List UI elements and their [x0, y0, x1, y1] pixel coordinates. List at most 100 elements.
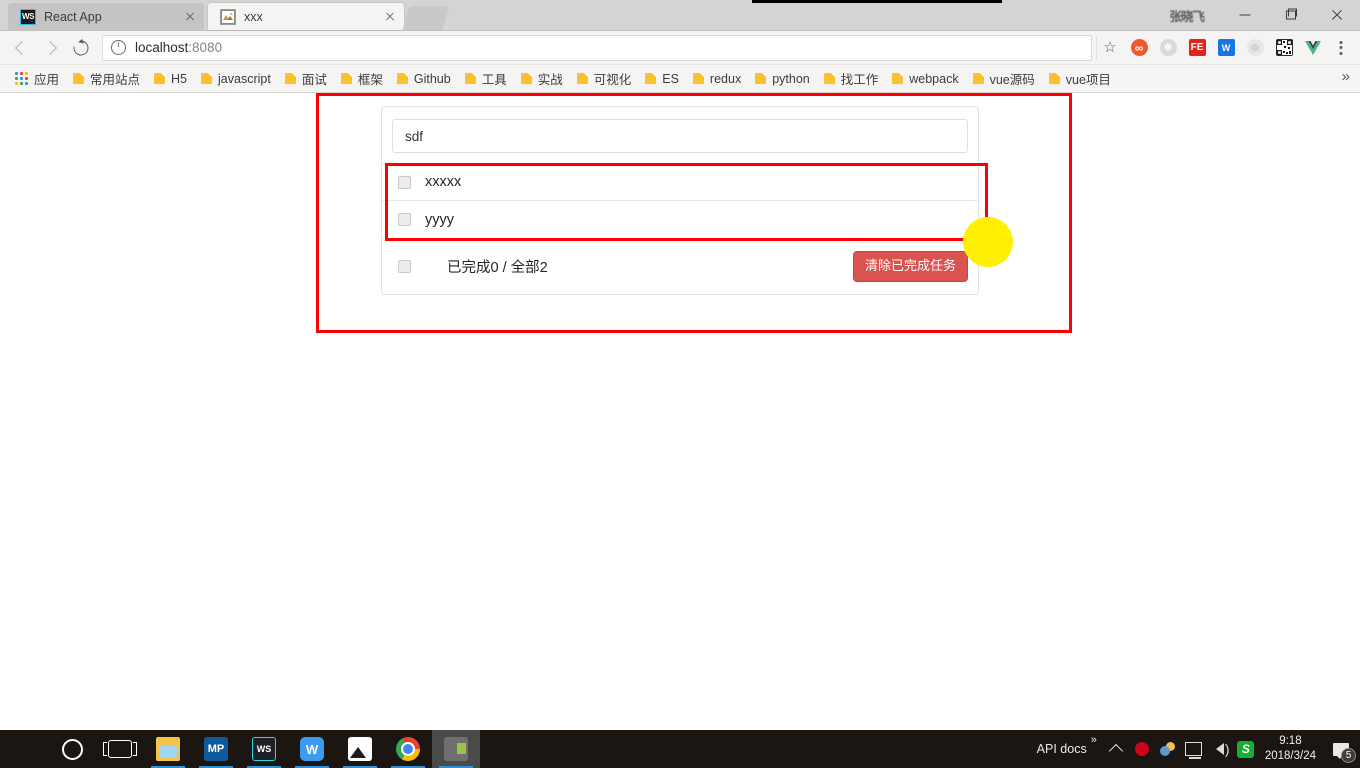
new-tab-button[interactable]: [402, 6, 450, 30]
webstorm-button[interactable]: WS: [240, 730, 288, 768]
todo-checkbox[interactable]: [398, 213, 411, 226]
reload-button[interactable]: [66, 33, 96, 63]
tray-volume-button[interactable]: [1207, 730, 1233, 768]
bookmark-item-7[interactable]: 实战: [514, 68, 570, 90]
notification-center-button[interactable]: 5: [1326, 730, 1356, 768]
bookmark-item-10[interactable]: redux: [686, 68, 748, 90]
chrome-button[interactable]: [384, 730, 432, 768]
target-circle-icon: ◎: [1246, 39, 1264, 56]
cortana-circle-icon: [61, 738, 83, 760]
bookmark-label: 实战: [537, 73, 563, 87]
photos-button[interactable]: [336, 730, 384, 768]
chevron-up-icon: [1108, 743, 1123, 758]
extension-fe-helper[interactable]: FE: [1184, 35, 1210, 61]
extension-react-devtools[interactable]: ⚛: [1155, 35, 1181, 61]
chrome-menu-button[interactable]: [1328, 35, 1354, 61]
tab-strip: WS React App xxx 张晓飞: [0, 0, 1360, 31]
react-icon: ⚛: [1159, 39, 1177, 56]
extension-vue-devtools[interactable]: [1300, 35, 1326, 61]
window-controls: 张晓飞: [1169, 0, 1360, 30]
todo-card: xxxxx yyyy 已完成0 / 全部2 清除已完成任务: [381, 106, 979, 295]
clock-date: 2018/3/24: [1264, 750, 1316, 762]
wps-button[interactable]: W: [288, 730, 336, 768]
bookmark-item-0[interactable]: 常用站点: [66, 68, 147, 90]
todo-checkbox[interactable]: [398, 175, 411, 189]
profile-name[interactable]: 张晓飞: [1169, 6, 1205, 25]
address-bar[interactable]: localhost:8080: [102, 34, 1092, 61]
infinity-icon: ∞: [1130, 39, 1148, 56]
bookmark-label: ES: [662, 71, 679, 86]
forward-button[interactable]: [36, 33, 66, 63]
volume-icon: [1215, 741, 1230, 757]
folder-icon: [284, 73, 296, 84]
task-view-icon: [103, 740, 137, 758]
info-icon[interactable]: [111, 39, 126, 55]
clear-completed-button[interactable]: 清除已完成任务: [852, 251, 968, 282]
bookmark-item-13[interactable]: webpack: [885, 68, 965, 90]
todo-footer: 已完成0 / 全部2 清除已完成任务: [382, 238, 978, 294]
todo-header: [382, 107, 978, 163]
close-icon[interactable]: [382, 9, 398, 25]
tab-react-app[interactable]: WS React App: [8, 3, 204, 30]
star-icon: ☆: [1103, 39, 1117, 56]
cortana-button[interactable]: [48, 730, 96, 768]
file-explorer-button[interactable]: [144, 730, 192, 768]
title-bar-stub: [752, 0, 1002, 3]
bookmark-item-6[interactable]: 工具: [458, 68, 514, 90]
bookmark-item-2[interactable]: javascript: [194, 68, 278, 90]
bookmark-apps[interactable]: 应用: [8, 68, 66, 90]
tray-record-indicator[interactable]: [1129, 730, 1155, 768]
tray-expand-button[interactable]: [1103, 730, 1129, 768]
bookmark-label: 找工作: [840, 73, 879, 87]
folder-icon: [892, 73, 904, 84]
clock[interactable]: 9:18 2018/3/24: [1265, 734, 1316, 764]
bookmark-item-9[interactable]: ES: [638, 68, 686, 90]
record-dot-icon: [1134, 742, 1149, 756]
bookmark-item-11[interactable]: python: [748, 68, 817, 90]
tray-overflow-label[interactable]: »: [1091, 734, 1097, 746]
snipaste-button[interactable]: [432, 730, 480, 768]
bookmark-item-3[interactable]: 面试: [278, 68, 334, 90]
maximize-button[interactable]: [1268, 0, 1314, 30]
extension-qr-code[interactable]: [1271, 35, 1297, 61]
extension-target[interactable]: ◎: [1242, 35, 1268, 61]
tab-xxx[interactable]: xxx: [208, 3, 404, 30]
close-window-button[interactable]: [1314, 0, 1360, 30]
folder-icon: [520, 73, 532, 84]
bookmark-item-4[interactable]: 框架: [334, 68, 390, 90]
task-view-button[interactable]: [96, 730, 144, 768]
bookmark-star-button[interactable]: ☆: [1096, 35, 1123, 60]
toggle-all-checkbox[interactable]: [398, 260, 411, 273]
mp-app-button[interactable]: MP: [192, 730, 240, 768]
folder-icon: [154, 73, 166, 84]
bookmark-label: vue项目: [1065, 73, 1111, 87]
back-button[interactable]: [6, 33, 36, 63]
todo-input[interactable]: [392, 119, 968, 153]
bookmark-item-5[interactable]: Github: [390, 68, 458, 90]
tray-people-button[interactable]: [1155, 730, 1181, 768]
api-docs-label[interactable]: API docs: [1037, 742, 1087, 756]
bookmark-item-12[interactable]: 找工作: [817, 68, 886, 90]
bookmark-label: 常用站点: [90, 73, 141, 87]
bookmark-item-1[interactable]: H5: [147, 68, 194, 90]
folder-icon: [576, 73, 588, 84]
bookmarks-overflow-button[interactable]: »: [1342, 69, 1350, 84]
extension-infinity[interactable]: ∞: [1126, 35, 1152, 61]
todo-counter: 已完成0 / 全部2: [447, 260, 548, 276]
network-icon: [1185, 742, 1203, 759]
webstorm-icon: WS: [20, 8, 36, 25]
close-icon[interactable]: [182, 9, 198, 25]
todo-item[interactable]: yyyy: [382, 201, 978, 238]
extension-wps[interactable]: W: [1213, 35, 1239, 61]
bookmark-item-8[interactable]: 可视化: [570, 68, 639, 90]
bookmark-item-15[interactable]: vue项目: [1042, 68, 1118, 90]
todo-item[interactable]: xxxxx: [382, 164, 978, 201]
minimize-button[interactable]: [1222, 0, 1268, 30]
tray-sogou-button[interactable]: S: [1233, 730, 1259, 768]
tray-network-button[interactable]: [1181, 730, 1207, 768]
folder-icon: [645, 73, 657, 84]
url-text: localhost:8080: [135, 40, 222, 55]
start-button[interactable]: [0, 730, 48, 768]
bookmark-item-14[interactable]: vue源码: [966, 68, 1042, 90]
folder-icon: [156, 737, 180, 761]
